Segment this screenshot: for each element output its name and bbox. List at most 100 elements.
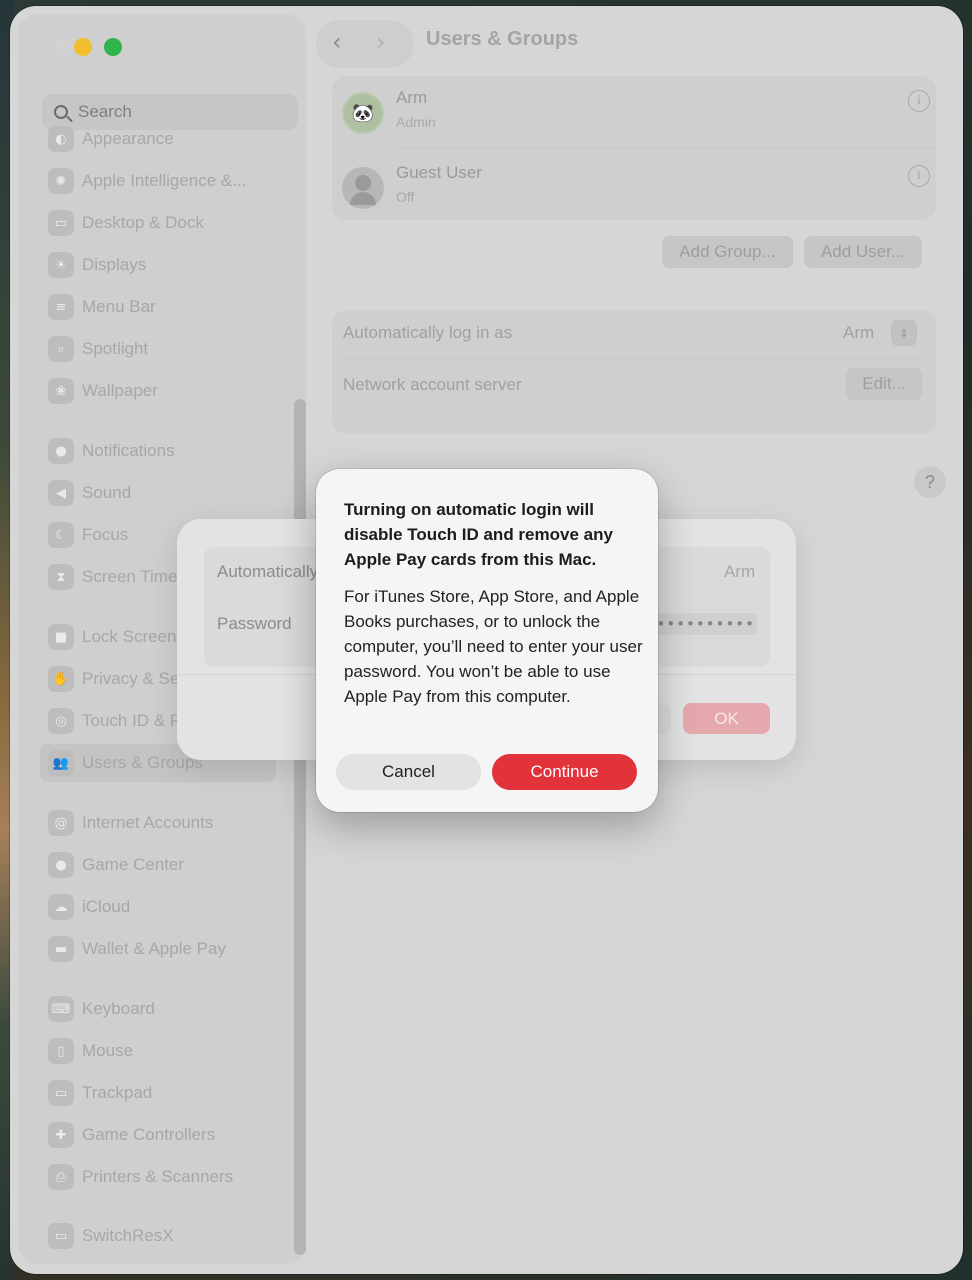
privacy-security-icon: ✋ bbox=[48, 666, 74, 692]
sidebar-item[interactable]: ● Notifications bbox=[40, 432, 276, 470]
sidebar-item[interactable]: ≡ Menu Bar bbox=[40, 288, 276, 326]
close-window-button[interactable] bbox=[54, 38, 72, 56]
sidebar-item-label: SwitchResX bbox=[82, 1226, 174, 1245]
sidebar-item-label: iCloud bbox=[82, 897, 131, 916]
automatic-login-alert: Turning on automatic login will disable … bbox=[316, 469, 658, 812]
sidebar-item-label: Sound bbox=[82, 483, 132, 502]
sidebar-item-label: Apple Intelligence &... bbox=[82, 171, 247, 190]
game-center-icon: ● bbox=[48, 852, 74, 878]
user-row-guest[interactable]: Guest User Off i bbox=[342, 159, 932, 229]
user-name: Arm bbox=[396, 88, 428, 107]
sidebar-item-label: Screen Time bbox=[82, 567, 178, 586]
sidebar-item[interactable]: ● Game Center bbox=[40, 846, 276, 884]
chevron-left-icon: ‹ bbox=[332, 28, 342, 56]
wallpaper-icon: ❀ bbox=[48, 378, 74, 404]
sidebar-item-label: Focus bbox=[82, 525, 129, 544]
sidebar-item[interactable]: ▯ Mouse bbox=[40, 1032, 276, 1070]
users-groups-icon: 👥 bbox=[48, 750, 74, 776]
touch-id-icon: ◎ bbox=[48, 708, 74, 734]
auto-login-label: Automatically log in as bbox=[343, 323, 513, 342]
sidebar-item[interactable]: ◀ Sound bbox=[40, 474, 276, 512]
guest-avatar-icon bbox=[342, 167, 384, 209]
sidebar-item[interactable]: ⌕ Spotlight bbox=[40, 330, 276, 368]
password-field[interactable]: •••••••••• bbox=[657, 613, 757, 635]
wallet-icon: ▬ bbox=[48, 936, 74, 962]
forward-button[interactable]: › bbox=[376, 28, 386, 56]
sidebar-item[interactable]: ▭ Trackpad bbox=[40, 1074, 276, 1112]
sheet-password-label: Password bbox=[217, 614, 292, 633]
switchresx-icon: ▭ bbox=[48, 1223, 74, 1249]
window-title: Users & Groups bbox=[426, 28, 579, 50]
sidebar-item-label: Wallpaper bbox=[82, 381, 158, 400]
screen-time-icon: ⧗ bbox=[48, 564, 74, 590]
user-name: Guest User bbox=[396, 163, 482, 182]
navigation-buttons bbox=[316, 20, 414, 68]
sidebar-item[interactable]: ☀ Displays bbox=[40, 246, 276, 284]
panda-avatar-icon: 🐼 bbox=[342, 92, 384, 134]
spotlight-icon: ⌕ bbox=[48, 336, 74, 362]
sidebar-item[interactable]: ❀ Wallpaper bbox=[40, 372, 276, 410]
minimize-window-button[interactable] bbox=[74, 38, 92, 56]
sidebar-item-label: Game Center bbox=[82, 855, 185, 874]
sidebar-item-label: Wallet & Apple Pay bbox=[82, 939, 226, 958]
desktop-dock-icon: ▭ bbox=[48, 210, 74, 236]
divider bbox=[396, 148, 936, 149]
add-group-button[interactable]: Add Group... bbox=[662, 236, 793, 268]
sidebar-item[interactable]: ✚ Game Controllers bbox=[40, 1116, 276, 1154]
menu-bar-icon: ≡ bbox=[48, 294, 74, 320]
sidebar-item-label: Lock Screen bbox=[82, 627, 177, 646]
icloud-icon: ☁ bbox=[48, 894, 74, 920]
apple-intelligence-icon: ✺ bbox=[48, 168, 74, 194]
zoom-window-button[interactable] bbox=[104, 38, 122, 56]
sidebar-item-label: Appearance bbox=[82, 129, 174, 148]
cancel-button[interactable]: Cancel bbox=[336, 754, 481, 790]
notifications-icon: ● bbox=[48, 438, 74, 464]
game-controllers-icon: ✚ bbox=[48, 1122, 74, 1148]
user-role: Off bbox=[396, 189, 415, 205]
sidebar-item-label: Menu Bar bbox=[82, 297, 156, 316]
user-row-arm[interactable]: 🐼 Arm Admin i bbox=[342, 84, 932, 154]
back-button[interactable]: ‹ bbox=[332, 28, 342, 56]
chevron-right-icon: › bbox=[376, 28, 386, 56]
sidebar-item[interactable]: ▬ Wallet & Apple Pay bbox=[40, 930, 276, 968]
appearance-icon: ◐ bbox=[48, 126, 74, 152]
sidebar-item-label: Mouse bbox=[82, 1041, 134, 1060]
sidebar-item[interactable]: ◐ Appearance bbox=[40, 120, 276, 158]
network-server-label: Network account server bbox=[343, 375, 522, 394]
keyboard-icon: ⌨ bbox=[48, 996, 74, 1022]
sheet-ok-button[interactable]: OK bbox=[683, 703, 770, 734]
continue-button[interactable]: Continue bbox=[492, 754, 637, 790]
sidebar-item[interactable]: ☁ iCloud bbox=[40, 888, 276, 926]
sidebar-item[interactable]: ▭ Desktop & Dock bbox=[40, 204, 276, 242]
add-user-button[interactable]: Add User... bbox=[804, 236, 922, 268]
search-icon bbox=[54, 105, 68, 119]
sidebar-item[interactable]: ⌨ Keyboard bbox=[40, 990, 276, 1028]
search-placeholder: Search bbox=[78, 102, 132, 121]
lock-screen-icon: ■ bbox=[48, 624, 74, 650]
user-role: Admin bbox=[396, 114, 436, 130]
edit-network-server-button[interactable]: Edit... bbox=[846, 368, 922, 400]
sidebar-item[interactable]: ⎙ Printers & Scanners bbox=[40, 1158, 276, 1196]
sheet-auto-login-value[interactable]: Arm bbox=[724, 562, 755, 582]
sidebar-item[interactable]: ▭ SwitchResX bbox=[40, 1217, 276, 1255]
sidebar-item-label: Users & Groups bbox=[82, 753, 203, 772]
info-icon[interactable]: i bbox=[908, 90, 930, 112]
sidebar-item-label: Trackpad bbox=[82, 1083, 153, 1102]
sidebar-item-label: Spotlight bbox=[82, 339, 149, 358]
printers-scanners-icon: ⎙ bbox=[48, 1164, 74, 1190]
sidebar-item[interactable]: @ Internet Accounts bbox=[40, 804, 276, 842]
popup-chevron-icon[interactable]: ⇕ bbox=[891, 320, 917, 346]
help-button[interactable]: ? bbox=[914, 466, 946, 498]
divider bbox=[343, 358, 923, 359]
sidebar-item-label: Keyboard bbox=[82, 999, 155, 1018]
sidebar-item-label: Internet Accounts bbox=[82, 813, 214, 832]
sidebar-item-label: Desktop & Dock bbox=[82, 213, 204, 232]
info-icon[interactable]: i bbox=[908, 165, 930, 187]
focus-icon: ☾ bbox=[48, 522, 74, 548]
sidebar-item-label: Notifications bbox=[82, 441, 175, 460]
auto-login-value[interactable]: Arm bbox=[843, 323, 874, 343]
sidebar-item[interactable]: ✺ Apple Intelligence &... bbox=[40, 162, 276, 200]
sidebar-item-label: Game Controllers bbox=[82, 1125, 216, 1144]
trackpad-icon: ▭ bbox=[48, 1080, 74, 1106]
alert-title: Turning on automatic login will disable … bbox=[344, 500, 613, 569]
